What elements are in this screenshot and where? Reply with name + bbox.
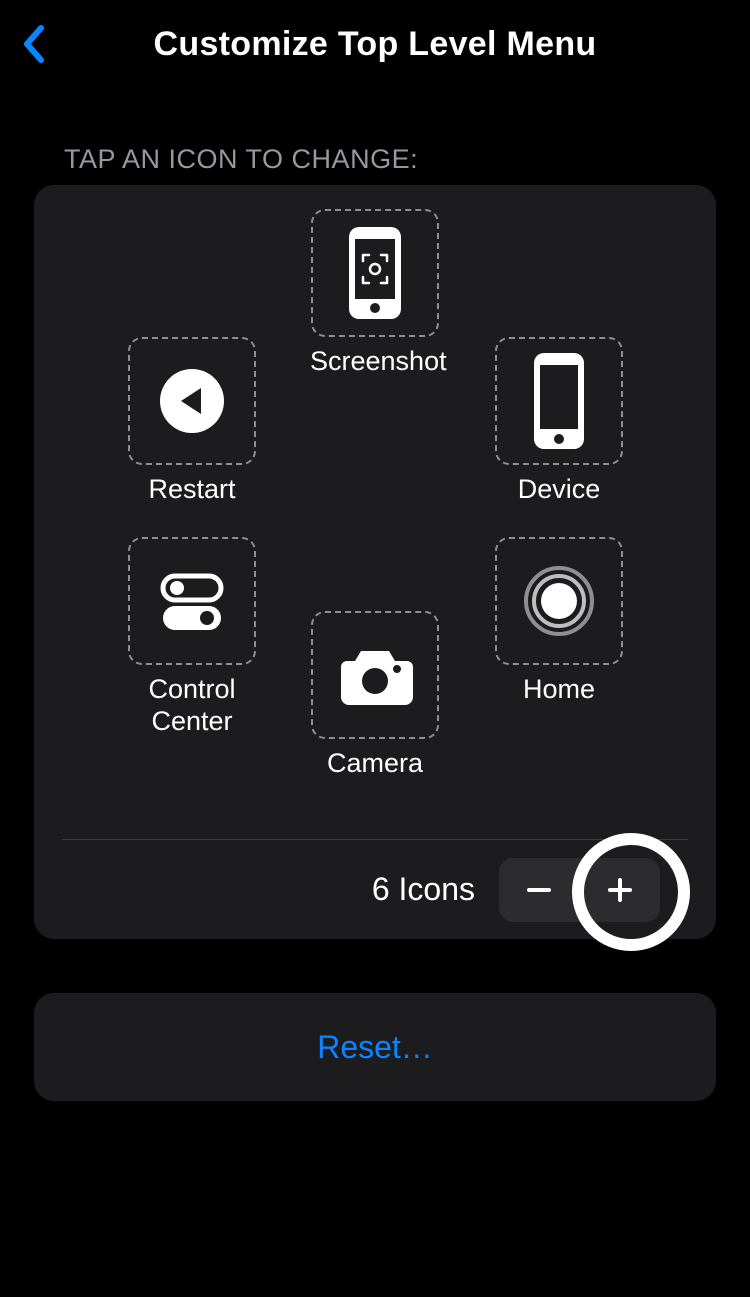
footer-row: 6 Icons bbox=[62, 839, 688, 939]
menu-item-label: Screenshot bbox=[310, 345, 440, 377]
camera-icon bbox=[333, 641, 417, 709]
menu-item-control-center[interactable]: Control Center bbox=[127, 537, 257, 738]
stepper-minus-button[interactable] bbox=[499, 858, 579, 922]
page-title: Customize Top Level Menu bbox=[154, 25, 597, 64]
icon-count-label: 6 Icons bbox=[372, 871, 475, 908]
navbar: Customize Top Level Menu bbox=[0, 0, 750, 88]
icon-box bbox=[128, 537, 256, 665]
device-icon bbox=[530, 351, 588, 451]
control-center-icon bbox=[153, 562, 231, 640]
menu-grid: Screenshot Restart Device bbox=[62, 209, 688, 839]
plus-icon bbox=[606, 876, 634, 904]
reset-panel: Reset… bbox=[34, 993, 716, 1101]
icon-box bbox=[495, 337, 623, 465]
reset-button[interactable]: Reset… bbox=[317, 1029, 433, 1066]
menu-item-restart[interactable]: Restart bbox=[127, 337, 257, 505]
menu-panel: Screenshot Restart Device bbox=[34, 185, 716, 939]
screenshot-icon bbox=[345, 225, 405, 321]
chevron-left-icon bbox=[22, 24, 46, 64]
menu-item-label: Control Center bbox=[127, 673, 257, 738]
back-button[interactable] bbox=[14, 16, 54, 72]
menu-item-label: Camera bbox=[310, 747, 440, 779]
menu-item-screenshot[interactable]: Screenshot bbox=[310, 209, 440, 377]
menu-item-label: Device bbox=[494, 473, 624, 505]
home-icon bbox=[520, 562, 598, 640]
icon-box bbox=[311, 209, 439, 337]
menu-item-label: Home bbox=[494, 673, 624, 705]
icon-box bbox=[128, 337, 256, 465]
section-header: TAP AN ICON TO CHANGE: bbox=[0, 88, 750, 185]
restart-icon bbox=[157, 366, 227, 436]
menu-item-label: Restart bbox=[127, 473, 257, 505]
minus-icon bbox=[525, 876, 553, 904]
menu-item-home[interactable]: Home bbox=[494, 537, 624, 705]
icon-count-stepper bbox=[499, 858, 660, 922]
icon-box bbox=[311, 611, 439, 739]
stepper-plus-button[interactable] bbox=[580, 858, 660, 922]
menu-item-camera[interactable]: Camera bbox=[310, 611, 440, 779]
menu-item-device[interactable]: Device bbox=[494, 337, 624, 505]
icon-box bbox=[495, 537, 623, 665]
